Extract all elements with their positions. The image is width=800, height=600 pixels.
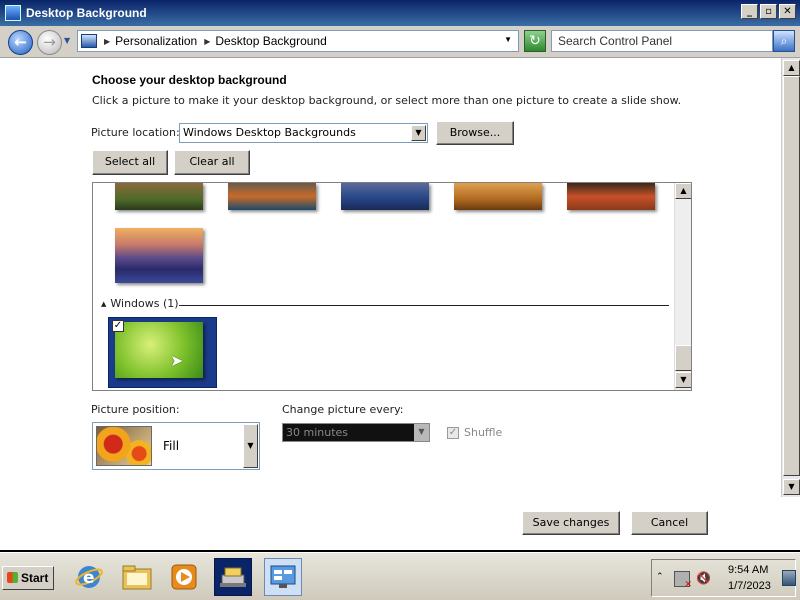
explorer-folder-icon[interactable] — [118, 558, 156, 596]
wallpaper-thumbnail[interactable] — [115, 228, 203, 283]
scroll-down-icon[interactable]: ▼ — [675, 372, 691, 388]
wallpaper-thumbnail-selected[interactable] — [115, 322, 203, 378]
picture-position-value: Fill — [163, 439, 180, 453]
main-content: Choose your desktop background Click a p… — [0, 58, 781, 550]
collapse-icon[interactable]: ▲ — [101, 300, 106, 308]
picture-position-label: Picture position: — [91, 403, 180, 416]
control-panel-icon — [81, 34, 97, 48]
chevron-right-icon[interactable]: ▶ — [204, 37, 210, 46]
address-input[interactable]: ▶ Personalization ▶ Desktop Background ▼ — [77, 30, 519, 52]
breadcrumb-desktop-background[interactable]: Desktop Background — [215, 34, 326, 48]
clock-date[interactable]: 1/7/2023 — [728, 580, 771, 592]
clock-time[interactable]: 9:54 AM — [728, 564, 768, 576]
chevron-right-icon[interactable]: ▶ — [104, 37, 110, 46]
group-header-windows[interactable]: ▲ Windows (1) — [101, 297, 179, 310]
page-description: Click a picture to make it your desktop … — [92, 94, 682, 107]
content-corner — [781, 497, 800, 550]
select-all-button[interactable]: Select all — [92, 150, 168, 175]
window-title: Desktop Background — [26, 6, 147, 20]
scroll-up-icon[interactable]: ▲ — [675, 183, 691, 199]
taskbar: Start e ⌃ 🔇 9:54 AM 1/7/2023 — [0, 552, 800, 600]
show-desktop-icon[interactable] — [782, 570, 796, 586]
title-bar: Desktop Background _ ▫ ✕ — [0, 0, 800, 26]
breadcrumb-personalization[interactable]: Personalization — [115, 34, 197, 48]
chevron-down-icon[interactable]: ▼ — [411, 125, 426, 141]
back-arrow-icon[interactable]: ← — [8, 30, 33, 55]
change-picture-label: Change picture every: — [282, 403, 404, 416]
checkbox-icon[interactable]: ✓ — [112, 320, 124, 332]
change-interval-value: 30 minutes — [286, 426, 349, 439]
picture-gallery: ▲ Windows (1) ✓ ➤ ▲ ▼ — [92, 182, 692, 391]
shuffle-label: Shuffle — [464, 426, 503, 439]
system-tray: ⌃ 🔇 9:54 AM 1/7/2023 — [651, 559, 796, 597]
wallpaper-thumbnail[interactable] — [454, 183, 542, 210]
picture-location-label: Picture location: — [91, 126, 180, 139]
refresh-icon[interactable]: ↻ — [524, 30, 546, 52]
wallpaper-thumbnail[interactable] — [228, 183, 316, 210]
network-disconnected-icon[interactable] — [674, 571, 692, 590]
group-divider — [179, 305, 669, 306]
page-scrollbar[interactable]: ▲ ▼ — [781, 58, 800, 497]
gallery-scrollbar[interactable]: ▲ ▼ — [674, 183, 691, 390]
save-changes-button[interactable]: Save changes — [522, 511, 620, 535]
desktop-background-icon — [5, 5, 21, 21]
volume-muted-icon[interactable]: 🔇 — [696, 571, 712, 587]
search-input[interactable]: Search Control Panel — [551, 30, 773, 52]
start-label: Start — [21, 571, 49, 585]
chevron-down-icon[interactable]: ▼ — [504, 35, 512, 44]
shuffle-checkbox[interactable]: ✓ — [447, 427, 459, 439]
start-button[interactable]: Start — [2, 566, 54, 590]
scroll-up-icon[interactable]: ▲ — [783, 60, 800, 76]
scroll-thumb[interactable] — [675, 345, 691, 371]
wallpaper-thumbnail[interactable] — [567, 183, 655, 210]
show-hidden-icons-icon[interactable]: ⌃ — [656, 572, 664, 582]
search-icon[interactable]: ⌕ — [773, 30, 795, 52]
control-panel-icon[interactable] — [264, 558, 302, 596]
minimize-button[interactable]: _ — [741, 4, 758, 19]
svg-text:e: e — [83, 568, 95, 588]
change-interval-select[interactable]: 30 minutes ▼ — [282, 423, 430, 442]
scroll-thumb[interactable] — [783, 76, 800, 476]
internet-explorer-icon[interactable]: e — [70, 558, 108, 596]
forward-arrow-icon[interactable]: → — [37, 30, 62, 55]
picture-position-select[interactable]: Fill ▼ — [92, 422, 260, 470]
close-button[interactable]: ✕ — [779, 4, 796, 19]
chevron-down-icon[interactable]: ▼ — [243, 424, 258, 468]
cancel-button[interactable]: Cancel — [631, 511, 708, 535]
restore-button[interactable]: ▫ — [760, 4, 777, 19]
address-bar: ← → ▼ ▶ Personalization ▶ Desktop Backgr… — [0, 26, 800, 58]
picture-location-select[interactable]: Windows Desktop Backgrounds ▼ — [179, 123, 428, 143]
browse-button[interactable]: Browse... — [436, 121, 514, 145]
mouse-cursor-icon: ➤ — [170, 351, 184, 370]
picture-location-value: Windows Desktop Backgrounds — [183, 126, 356, 139]
flower-preview-icon — [96, 426, 152, 466]
group-label: Windows (1) — [110, 297, 179, 310]
clear-all-button[interactable]: Clear all — [174, 150, 250, 175]
windows-logo-icon — [7, 572, 18, 583]
chevron-down-icon[interactable]: ▼ — [414, 424, 429, 441]
wallpaper-thumbnail[interactable] — [115, 183, 203, 210]
scroll-down-icon[interactable]: ▼ — [783, 479, 800, 495]
recent-pages-dropdown-icon[interactable]: ▼ — [64, 36, 70, 45]
wallpaper-thumbnail[interactable] — [341, 183, 429, 210]
media-player-icon[interactable] — [165, 558, 203, 596]
page-title: Choose your desktop background — [92, 73, 287, 87]
server-manager-icon[interactable] — [214, 558, 252, 596]
